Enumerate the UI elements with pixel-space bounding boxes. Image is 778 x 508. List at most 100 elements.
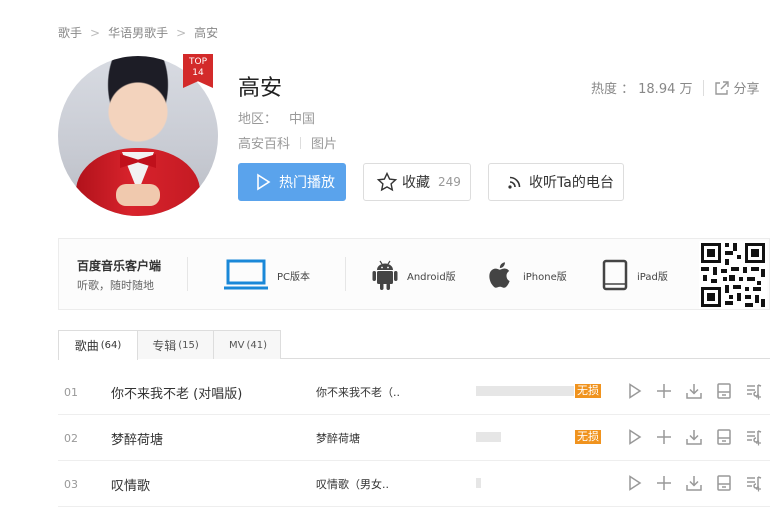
- client-ipad[interactable]: iPad版: [601, 257, 668, 293]
- song-index: 02: [64, 432, 78, 445]
- add-button[interactable]: [654, 381, 674, 401]
- client-pc-label: PC版本: [277, 271, 311, 283]
- song-title[interactable]: 梦醉荷塘: [111, 429, 163, 448]
- heat-label: 热度 ：: [591, 82, 635, 97]
- chevron-right-icon: >: [176, 25, 187, 40]
- table-row[interactable]: 01 你不来我不老 (对唱版) 你不来我不老（.. 无损: [58, 369, 770, 415]
- android-icon: [372, 260, 398, 290]
- tab-mv-count: (41): [246, 339, 267, 351]
- save-icon: [717, 475, 731, 491]
- add-playlist-icon: [747, 384, 762, 400]
- row-actions: [624, 427, 764, 447]
- add-to-playlist-button[interactable]: [744, 427, 764, 447]
- play-button[interactable]: [624, 473, 644, 493]
- add-to-playlist-button[interactable]: [744, 381, 764, 401]
- song-album[interactable]: 梦醉荷塘: [316, 430, 360, 446]
- play-icon: [629, 383, 642, 399]
- tab-albums-count: (15): [178, 339, 199, 351]
- download-icon: [686, 430, 702, 445]
- heat-info: 热度 ： 18.94 万 分享: [591, 78, 760, 97]
- breadcrumb-singers[interactable]: 歌手: [58, 24, 82, 41]
- download-button[interactable]: [684, 473, 704, 493]
- client-subtitle: 听歌，随时随地: [77, 279, 154, 292]
- row-actions: [624, 473, 764, 493]
- download-icon: [686, 384, 702, 399]
- hot-play-label: 热门播放: [279, 175, 335, 191]
- region-value: 中国: [289, 112, 316, 127]
- qr-code-icon: [699, 241, 767, 309]
- song-title[interactable]: 叹情歌: [111, 475, 150, 494]
- page-title: 高安: [238, 76, 283, 101]
- client-download-bar: 百度音乐客户端 听歌，随时随地 PC版本 Android版 iPhone版 iP…: [58, 238, 770, 310]
- play-icon: [257, 173, 271, 191]
- artist-avatar-wrap: TOP 14: [58, 54, 218, 216]
- photos-link[interactable]: 图片: [311, 133, 337, 152]
- play-button[interactable]: [624, 381, 644, 401]
- tab-mv-label: MV: [229, 339, 245, 351]
- lossless-badge: 无损: [575, 384, 601, 398]
- breadcrumb-current: 高安: [194, 26, 219, 40]
- client-iphone-label: iPhone版: [523, 271, 567, 283]
- download-button[interactable]: [684, 381, 704, 401]
- tab-albums[interactable]: 专辑 (15): [137, 330, 214, 359]
- top-nav-strip: [0, 0, 778, 6]
- content-tabs: 歌曲 (64) 专辑 (15) MV (41): [58, 330, 770, 360]
- song-album[interactable]: 你不来我不老（..: [316, 384, 400, 400]
- save-button[interactable]: [714, 427, 734, 447]
- region-label: 地区：: [238, 112, 278, 127]
- star-icon: [376, 171, 398, 192]
- plus-icon: [657, 384, 671, 398]
- table-row[interactable]: 03 叹情歌 叹情歌（男女..: [58, 461, 770, 507]
- tab-songs-label: 歌曲: [74, 339, 99, 353]
- play-button[interactable]: [624, 427, 644, 447]
- client-title: 百度音乐客户端: [77, 259, 162, 273]
- table-row[interactable]: 02 梦醉荷塘 梦醉荷塘 无损: [58, 415, 770, 461]
- client-ipad-label: iPad版: [637, 271, 668, 283]
- song-title[interactable]: 你不来我不老 (对唱版): [111, 383, 242, 402]
- breadcrumb-chinese-male-singers[interactable]: 华语男歌手: [108, 24, 168, 41]
- song-index: 03: [64, 478, 78, 491]
- add-playlist-icon: [747, 476, 762, 492]
- download-icon: [686, 476, 702, 491]
- tab-albums-label: 专辑: [152, 338, 177, 353]
- add-button[interactable]: [654, 473, 674, 493]
- add-button[interactable]: [654, 427, 674, 447]
- artist-links: 高安百科 图片: [238, 133, 337, 152]
- plus-icon: [657, 430, 671, 444]
- chevron-right-icon: >: [90, 25, 101, 40]
- save-button[interactable]: [714, 381, 734, 401]
- popularity-bar: [476, 386, 574, 396]
- popularity-bar: [476, 432, 501, 442]
- download-button[interactable]: [684, 427, 704, 447]
- tab-songs-count: (64): [100, 340, 122, 351]
- client-pc[interactable]: PC版本: [223, 257, 310, 293]
- plus-icon: [657, 476, 671, 490]
- save-icon: [717, 383, 731, 399]
- radio-button[interactable]: 收听Ta的电台: [488, 163, 624, 201]
- monitor-icon: [224, 259, 268, 290]
- song-album[interactable]: 叹情歌（男女..: [316, 476, 389, 492]
- share-icon: [714, 80, 729, 95]
- share-label: 分享: [733, 82, 760, 97]
- popularity-bar: [476, 478, 481, 488]
- client-iphone[interactable]: iPhone版: [487, 257, 567, 293]
- favorite-label: 收藏: [402, 175, 430, 191]
- rank-badge-top: TOP: [188, 57, 207, 67]
- song-index: 01: [64, 386, 78, 399]
- radio-label: 收听Ta的电台: [529, 175, 614, 191]
- play-icon: [629, 475, 642, 491]
- favorite-count: 249: [438, 175, 461, 189]
- radio-wave-icon: [508, 176, 521, 189]
- share-button[interactable]: 分享: [714, 78, 760, 97]
- heat-value: 18.94 万: [638, 82, 693, 97]
- save-button[interactable]: [714, 473, 734, 493]
- apple-icon: [489, 262, 510, 288]
- client-android[interactable]: Android版: [371, 257, 456, 293]
- add-to-playlist-button[interactable]: [744, 473, 764, 493]
- tab-songs[interactable]: 歌曲 (64): [58, 330, 138, 360]
- tab-mv[interactable]: MV (41): [213, 330, 281, 359]
- baike-link[interactable]: 高安百科: [238, 133, 290, 152]
- favorite-button[interactable]: 收藏 249: [363, 163, 471, 201]
- hot-play-button[interactable]: 热门播放: [238, 163, 346, 201]
- save-icon: [717, 429, 731, 445]
